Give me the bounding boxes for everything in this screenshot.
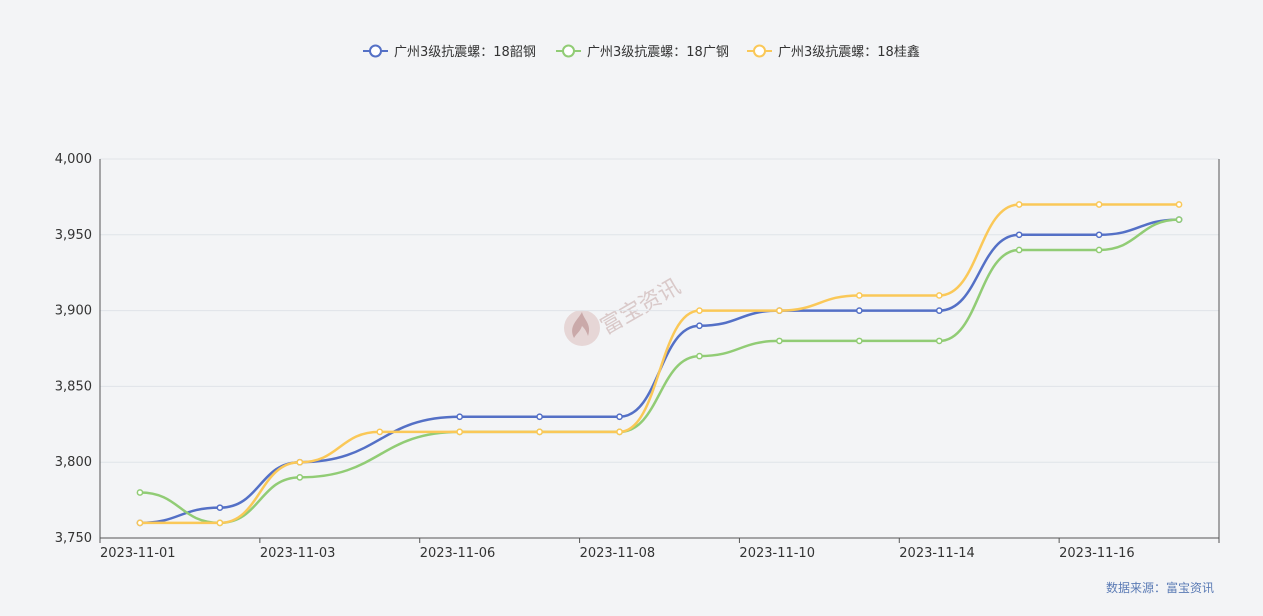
y-tick-label: 4,000 bbox=[55, 152, 92, 167]
y-tick-label: 3,800 bbox=[55, 455, 92, 470]
watermark-text: 富宝资讯 bbox=[597, 274, 686, 340]
legend-label: 广州3级抗震螺：18韶钢 bbox=[394, 44, 536, 60]
data-point[interactable] bbox=[696, 307, 703, 314]
data-point[interactable] bbox=[1015, 231, 1023, 239]
data-point[interactable] bbox=[935, 307, 943, 314]
data-point[interactable] bbox=[1015, 201, 1023, 208]
legend-label: 广州3级抗震螺：18桂鑫 bbox=[778, 44, 920, 60]
data-point[interactable] bbox=[1175, 201, 1183, 208]
line-chart: 富宝资讯 3,750 3,800 3,850 3,900 3,950 4,000 2023-… bbox=[55, 44, 1220, 595]
y-tick-label: 3,950 bbox=[55, 228, 92, 243]
data-point[interactable] bbox=[855, 337, 863, 345]
data-point[interactable] bbox=[696, 322, 703, 330]
legend-item-0[interactable]: 广州3级抗震螺：18韶钢 bbox=[363, 44, 536, 60]
series-lines bbox=[136, 201, 1183, 527]
data-point[interactable] bbox=[456, 413, 464, 421]
x-tick-label: 2023-11-01 bbox=[100, 546, 176, 561]
data-point[interactable] bbox=[616, 413, 623, 421]
data-point[interactable] bbox=[1015, 246, 1023, 254]
data-point[interactable] bbox=[216, 504, 224, 512]
data-point[interactable] bbox=[536, 428, 543, 436]
legend[interactable]: 广州3级抗震螺：18韶钢 广州3级抗震螺：18广钢 广州3级抗震螺：18桂鑫 bbox=[363, 44, 920, 60]
data-point[interactable] bbox=[456, 428, 464, 436]
x-tick-label: 2023-11-16 bbox=[1059, 546, 1135, 561]
data-point[interactable] bbox=[696, 352, 703, 360]
data-point[interactable] bbox=[1095, 201, 1103, 208]
data-point[interactable] bbox=[296, 458, 304, 466]
y-tick-label: 3,750 bbox=[55, 531, 92, 546]
data-point[interactable] bbox=[296, 474, 304, 481]
axes: 3,750 3,800 3,850 3,900 3,950 4,000 2023-11-01… bbox=[55, 152, 1220, 561]
data-point[interactable] bbox=[1175, 216, 1183, 223]
x-tick-label: 2023-11-06 bbox=[420, 546, 496, 561]
data-source-label: 数据来源：富宝资讯 bbox=[1106, 580, 1214, 595]
legend-item-1[interactable]: 广州3级抗震螺：18广钢 bbox=[556, 44, 729, 60]
data-point[interactable] bbox=[1095, 231, 1103, 239]
y-tick-label: 3,850 bbox=[55, 379, 92, 394]
data-point[interactable] bbox=[136, 489, 144, 496]
data-point[interactable] bbox=[855, 292, 863, 299]
legend-label: 广州3级抗震螺：18广钢 bbox=[587, 45, 729, 60]
data-point[interactable] bbox=[776, 337, 783, 345]
series-line-2 bbox=[139, 203, 1180, 525]
data-point[interactable] bbox=[1095, 246, 1103, 254]
chart-container: 富宝资讯 3,750 3,800 3,850 3,900 3,950 4,000 2023-… bbox=[0, 0, 1263, 616]
data-point[interactable] bbox=[855, 307, 863, 314]
x-tick-label: 2023-11-14 bbox=[899, 546, 975, 561]
x-tick-label: 2023-11-10 bbox=[739, 546, 815, 561]
y-tick-label: 3,900 bbox=[55, 304, 92, 319]
data-point[interactable] bbox=[616, 428, 623, 436]
data-point[interactable] bbox=[935, 337, 943, 345]
data-point[interactable] bbox=[536, 413, 543, 421]
data-point[interactable] bbox=[935, 292, 943, 299]
legend-marker-icon bbox=[753, 44, 766, 58]
legend-marker-icon bbox=[562, 44, 575, 58]
data-point[interactable] bbox=[136, 519, 144, 527]
data-point[interactable] bbox=[776, 307, 783, 314]
legend-marker-icon bbox=[369, 44, 382, 58]
data-point[interactable] bbox=[376, 428, 384, 436]
data-point[interactable] bbox=[216, 519, 224, 527]
legend-item-2[interactable]: 广州3级抗震螺：18桂鑫 bbox=[747, 44, 920, 60]
flame-logo-icon bbox=[564, 310, 600, 346]
x-tick-label: 2023-11-03 bbox=[260, 546, 336, 561]
x-tick-label: 2023-11-08 bbox=[580, 546, 656, 561]
